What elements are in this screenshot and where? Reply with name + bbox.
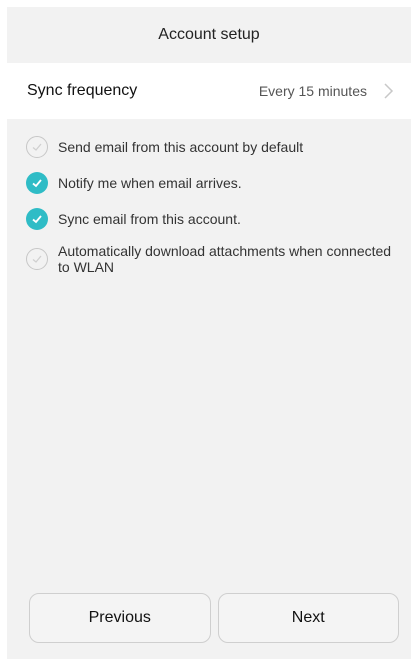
next-button[interactable]: Next bbox=[217, 593, 399, 643]
unchecked-circle-icon[interactable] bbox=[26, 136, 48, 158]
page-title: Account setup bbox=[158, 26, 260, 43]
option-label: Sync email from this account. bbox=[58, 211, 241, 227]
option-auto-download[interactable]: Automatically download attachments when … bbox=[26, 243, 401, 275]
option-label: Automatically download attachments when … bbox=[58, 243, 392, 275]
option-sync[interactable]: Sync email from this account. bbox=[26, 207, 401, 231]
sync-frequency-row[interactable]: Sync frequency Every 15 minutes bbox=[7, 63, 411, 119]
chevron-right-icon bbox=[379, 82, 397, 100]
sync-frequency-value: Every 15 minutes bbox=[258, 83, 367, 99]
option-label: Send email from this account by default bbox=[58, 139, 304, 155]
option-send-default[interactable]: Send email from this account by default bbox=[26, 135, 401, 159]
option-label: Notify me when email arrives. bbox=[58, 175, 242, 191]
checked-circle-icon[interactable] bbox=[26, 208, 48, 230]
options-list: Send email from this account by default … bbox=[7, 135, 411, 275]
unchecked-circle-icon[interactable] bbox=[26, 248, 48, 270]
sync-frequency-label: Sync frequency bbox=[27, 82, 138, 99]
checked-circle-icon[interactable] bbox=[26, 172, 48, 194]
footer-buttons: Previous Next bbox=[29, 593, 399, 643]
previous-button[interactable]: Previous bbox=[29, 593, 211, 643]
option-notify[interactable]: Notify me when email arrives. bbox=[26, 171, 401, 195]
account-setup-screen: Account setup Sync frequency Every 15 mi… bbox=[7, 7, 411, 659]
title-bar: Account setup bbox=[7, 7, 411, 63]
